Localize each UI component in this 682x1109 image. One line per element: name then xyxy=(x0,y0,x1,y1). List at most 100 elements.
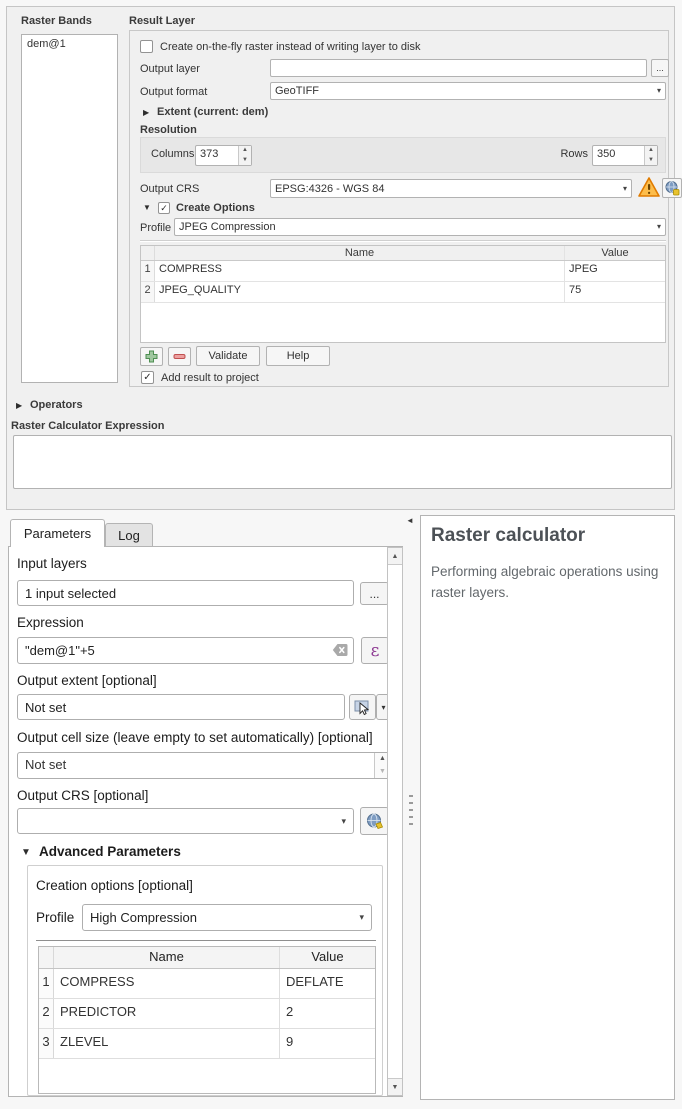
rows-label: Rows xyxy=(560,148,588,160)
column-header-name: Name xyxy=(155,246,565,260)
option-value-cell[interactable]: 75 xyxy=(565,282,665,302)
remove-option-button[interactable] xyxy=(168,347,191,366)
output-format-label: Output format xyxy=(140,86,207,98)
profile-value: JPEG Compression xyxy=(179,221,657,233)
operators-collapse-icon[interactable]: ▶ xyxy=(16,401,22,410)
input-layers-browse-button[interactable]: ... xyxy=(360,582,389,605)
expression-builder-button[interactable]: ε xyxy=(361,637,389,664)
table-row: 1 COMPRESS JPEG xyxy=(141,261,665,282)
crs-globe-icon xyxy=(365,812,384,831)
option-name-cell[interactable]: ZLEVEL xyxy=(54,1029,280,1058)
select-crs-optional-button[interactable] xyxy=(360,807,389,835)
extent-cursor-icon xyxy=(354,699,371,716)
extent-header[interactable]: Extent (current: dem) xyxy=(157,106,268,118)
help-button[interactable]: Help xyxy=(266,346,330,366)
clear-field-icon[interactable] xyxy=(332,643,348,657)
scroll-up-icon[interactable]: ▲ xyxy=(388,548,402,565)
chevron-down-icon: ▾ xyxy=(359,913,364,922)
validate-button[interactable]: Validate xyxy=(196,346,260,366)
splitter-handle[interactable] xyxy=(409,795,413,829)
spin-up-icon[interactable]: ▲ xyxy=(645,146,657,156)
output-layer-input[interactable] xyxy=(270,59,647,77)
output-crs-label: Output CRS xyxy=(140,183,199,195)
add-result-label: Add result to project xyxy=(161,372,259,384)
expression-field[interactable] xyxy=(17,637,354,664)
cell-size-spinner[interactable]: Not set ▲▼ xyxy=(17,752,391,779)
raster-bands-list[interactable]: dem@1 xyxy=(21,34,118,383)
option-name-cell[interactable]: COMPRESS xyxy=(54,969,280,998)
create-options-checkbox[interactable]: ✓ xyxy=(158,202,170,214)
operators-header[interactable]: Operators xyxy=(30,399,83,411)
help-panel: Raster calculator Performing algebraic o… xyxy=(420,515,675,1100)
help-panel-description: Performing algebraic operations using ra… xyxy=(431,562,669,604)
draw-extent-button[interactable] xyxy=(349,694,376,720)
columns-spinner[interactable]: 373 ▲▼ xyxy=(195,145,252,166)
option-name-cell[interactable]: JPEG_QUALITY xyxy=(155,282,565,302)
parameters-panel: Input layers ... Expression ε Output ext… xyxy=(8,546,403,1097)
profile-value: High Compression xyxy=(90,910,359,925)
scrollbar[interactable]: ▲ ▼ xyxy=(387,547,403,1096)
crs-globe-icon xyxy=(664,180,680,196)
chevron-down-icon: ▾ xyxy=(623,185,627,193)
rows-spinner[interactable]: 350 ▲▼ xyxy=(592,145,658,166)
extent-collapse-icon[interactable]: ▶ xyxy=(143,108,149,117)
option-value-cell[interactable]: JPEG xyxy=(565,261,665,281)
tab-parameters[interactable]: Parameters xyxy=(10,519,105,547)
output-crs-optional-combo[interactable]: ▾ xyxy=(17,808,354,834)
output-format-combo[interactable]: GeoTIFF ▾ xyxy=(270,82,666,100)
calculator-expression-textarea[interactable] xyxy=(13,435,672,489)
divider xyxy=(140,240,666,242)
list-item[interactable]: dem@1 xyxy=(22,35,117,53)
profile-combo[interactable]: JPEG Compression ▾ xyxy=(174,218,666,236)
output-layer-label: Output layer xyxy=(140,63,200,75)
chevron-down-icon: ▾ xyxy=(657,87,661,95)
create-options-collapse-icon[interactable]: ▼ xyxy=(143,203,151,212)
option-value-cell[interactable]: 2 xyxy=(280,999,375,1028)
columns-label: Columns xyxy=(151,148,194,160)
output-crs-value: EPSG:4326 - WGS 84 xyxy=(275,183,623,195)
output-crs-combo[interactable]: EPSG:4326 - WGS 84 ▾ xyxy=(270,179,632,198)
spin-down-icon[interactable]: ▼ xyxy=(645,156,657,166)
table-row: 1 COMPRESS DEFLATE xyxy=(39,969,375,999)
option-name-cell[interactable]: COMPRESS xyxy=(155,261,565,281)
column-header-value: Value xyxy=(280,947,375,968)
input-layers-field[interactable] xyxy=(17,580,354,606)
scrollbar-thumb[interactable] xyxy=(388,565,402,1078)
chevron-down-icon: ▾ xyxy=(381,703,385,712)
cell-size-label: Output cell size (leave empty to set aut… xyxy=(17,730,373,745)
result-layer-title: Result Layer xyxy=(129,15,195,27)
onfly-checkbox[interactable] xyxy=(140,40,153,53)
check-icon: ✓ xyxy=(143,372,151,383)
add-option-button[interactable] xyxy=(140,347,163,366)
onfly-label: Create on-the-fly raster instead of writ… xyxy=(160,41,420,53)
spin-down-icon[interactable]: ▼ xyxy=(239,156,251,166)
row-index: 1 xyxy=(39,969,54,998)
columns-value: 373 xyxy=(196,146,238,165)
output-extent-label: Output extent [optional] xyxy=(17,673,157,688)
collapse-panel-icon[interactable]: ◄ xyxy=(406,516,414,525)
minus-icon xyxy=(173,350,186,363)
output-layer-browse-button[interactable]: ... xyxy=(651,59,669,77)
output-extent-field[interactable] xyxy=(17,694,345,720)
plus-icon xyxy=(145,350,158,363)
output-format-value: GeoTIFF xyxy=(275,85,657,97)
add-result-checkbox[interactable]: ✓ xyxy=(141,371,154,384)
spin-up-icon[interactable]: ▲ xyxy=(239,146,251,156)
table-row: 3 ZLEVEL 9 xyxy=(39,1029,375,1059)
column-header-name: Name xyxy=(54,947,280,968)
resolution-title: Resolution xyxy=(140,124,197,136)
scroll-down-icon[interactable]: ▼ xyxy=(388,1078,402,1095)
advanced-parameters-header[interactable]: Advanced Parameters xyxy=(39,844,181,859)
option-name-cell[interactable]: PREDICTOR xyxy=(54,999,280,1028)
profile-combo[interactable]: High Compression ▾ xyxy=(82,904,372,931)
tab-log[interactable]: Log xyxy=(105,523,153,547)
rows-value: 350 xyxy=(593,146,644,165)
advanced-collapse-icon[interactable]: ▼ xyxy=(21,847,31,858)
select-crs-button[interactable] xyxy=(662,178,682,198)
option-value-cell[interactable]: 9 xyxy=(280,1029,375,1058)
raster-bands-title: Raster Bands xyxy=(21,15,92,27)
option-value-cell[interactable]: DEFLATE xyxy=(280,969,375,998)
output-crs-optional-label: Output CRS [optional] xyxy=(17,788,148,803)
divider xyxy=(36,940,376,941)
table-row: 2 PREDICTOR 2 xyxy=(39,999,375,1029)
